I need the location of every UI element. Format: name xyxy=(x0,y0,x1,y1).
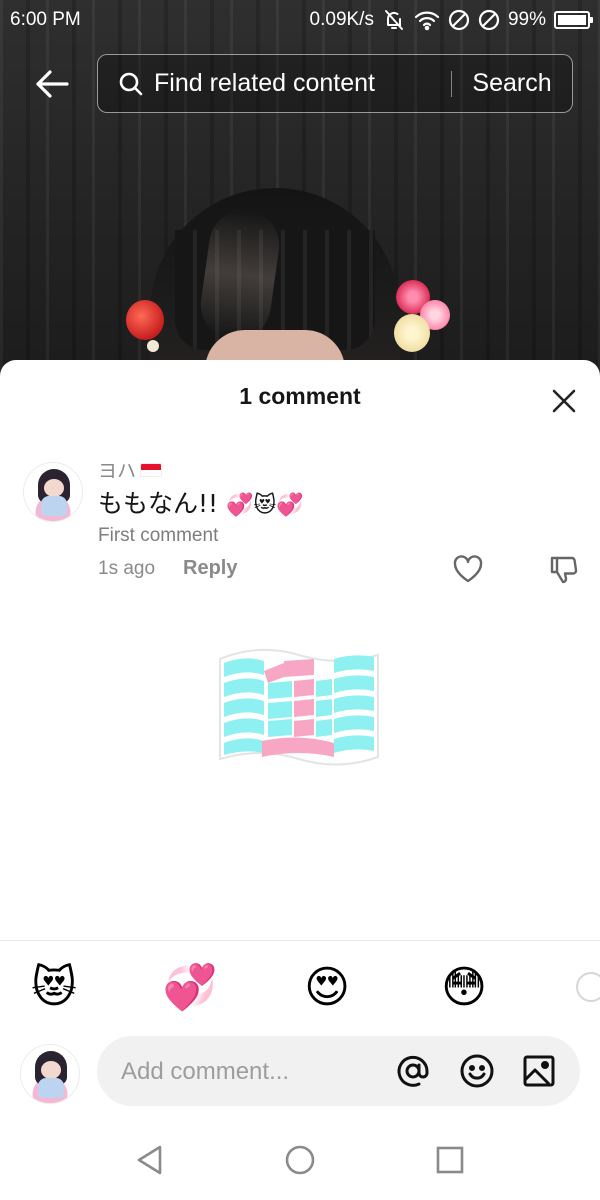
flag-indonesia-icon xyxy=(140,462,163,477)
back-triangle-icon xyxy=(137,1145,162,1175)
comment-composer: Add comment... xyxy=(0,1030,600,1110)
comment-input[interactable]: Add comment... xyxy=(97,1036,580,1106)
comment-text: ももなん!! 💞😻💞 xyxy=(98,484,304,520)
status-icons: 0.09K/s 99% xyxy=(309,6,593,34)
hair-flower-left xyxy=(126,300,164,340)
quick-emoji-heart-eyes-cat[interactable]: 😻 xyxy=(24,958,84,1018)
bell-off-icon xyxy=(382,8,406,32)
number-one-flag-sticker xyxy=(219,648,379,766)
first-comment-badge: First comment xyxy=(98,525,219,546)
image-icon xyxy=(523,1055,555,1087)
nav-back-button[interactable] xyxy=(130,1140,170,1180)
emoji-quick-bar: 😻 💞 😍 😳 xyxy=(0,958,600,1018)
sheet-title: 1 comment xyxy=(239,383,361,409)
close-icon xyxy=(552,389,576,413)
quick-emoji-partial[interactable] xyxy=(576,972,600,1002)
like-button[interactable] xyxy=(451,552,485,586)
comment-item: ヨハ ももなん!! 💞😻💞 First comment 1s ago Reply xyxy=(0,450,600,590)
smiley-icon xyxy=(460,1054,494,1088)
hair-bead-left xyxy=(147,340,159,352)
battery-level xyxy=(558,15,586,25)
at-icon xyxy=(397,1055,429,1087)
dislike-button[interactable] xyxy=(547,552,581,586)
comment-username[interactable]: ヨハ xyxy=(98,456,163,483)
thumbs-down-icon xyxy=(550,556,578,584)
search-button[interactable]: Search xyxy=(452,69,572,98)
battery-icon xyxy=(554,11,593,29)
dnd-icon xyxy=(478,9,500,31)
system-nav-bar xyxy=(0,1120,600,1200)
comment-timestamp: 1s ago xyxy=(98,558,156,579)
quick-emoji-revolving-hearts[interactable]: 💞 xyxy=(160,958,220,1018)
avatar xyxy=(20,1044,80,1104)
comment-body: ももなん!! xyxy=(98,489,219,518)
comment-input-placeholder: Add comment... xyxy=(121,1058,290,1085)
wifi-icon xyxy=(414,8,440,32)
network-speed: 0.09K/s xyxy=(309,9,374,30)
nav-home-button[interactable] xyxy=(280,1140,320,1180)
quick-emoji-heart-eyes[interactable]: 😍 xyxy=(297,958,357,1018)
dnd-icon xyxy=(448,9,470,31)
recents-square-icon xyxy=(436,1146,464,1174)
search-input[interactable]: Find related content xyxy=(154,69,451,98)
nav-recents-button[interactable] xyxy=(430,1140,470,1180)
hair-flower-right xyxy=(394,314,430,352)
divider xyxy=(0,940,600,941)
comment-sheet: 1 comment ヨハ ももなん!! 💞😻💞 First comment 1s… xyxy=(0,360,600,1200)
comment-emojis: 💞😻💞 xyxy=(226,493,304,518)
home-circle-icon xyxy=(285,1145,315,1175)
mention-button[interactable] xyxy=(393,1051,433,1091)
close-button[interactable] xyxy=(545,382,583,420)
battery-percent: 99% xyxy=(507,9,546,30)
status-bar: 6:00 PM 0.09K/s 99% xyxy=(0,0,600,40)
image-attach-button[interactable] xyxy=(519,1051,559,1091)
search-icon xyxy=(119,72,143,95)
arrow-left-icon xyxy=(36,70,69,98)
emoji-picker-button[interactable] xyxy=(457,1051,497,1091)
back-button[interactable] xyxy=(26,58,78,110)
quick-emoji-flushed[interactable]: 😳 xyxy=(434,958,494,1018)
username-text: ヨハ xyxy=(98,461,137,482)
search-bar[interactable]: Find related content Search xyxy=(97,54,573,113)
heart-outline-icon xyxy=(453,555,483,583)
reply-button[interactable]: Reply xyxy=(183,557,237,580)
avatar[interactable] xyxy=(23,462,83,522)
status-time: 6:00 PM xyxy=(10,9,81,30)
